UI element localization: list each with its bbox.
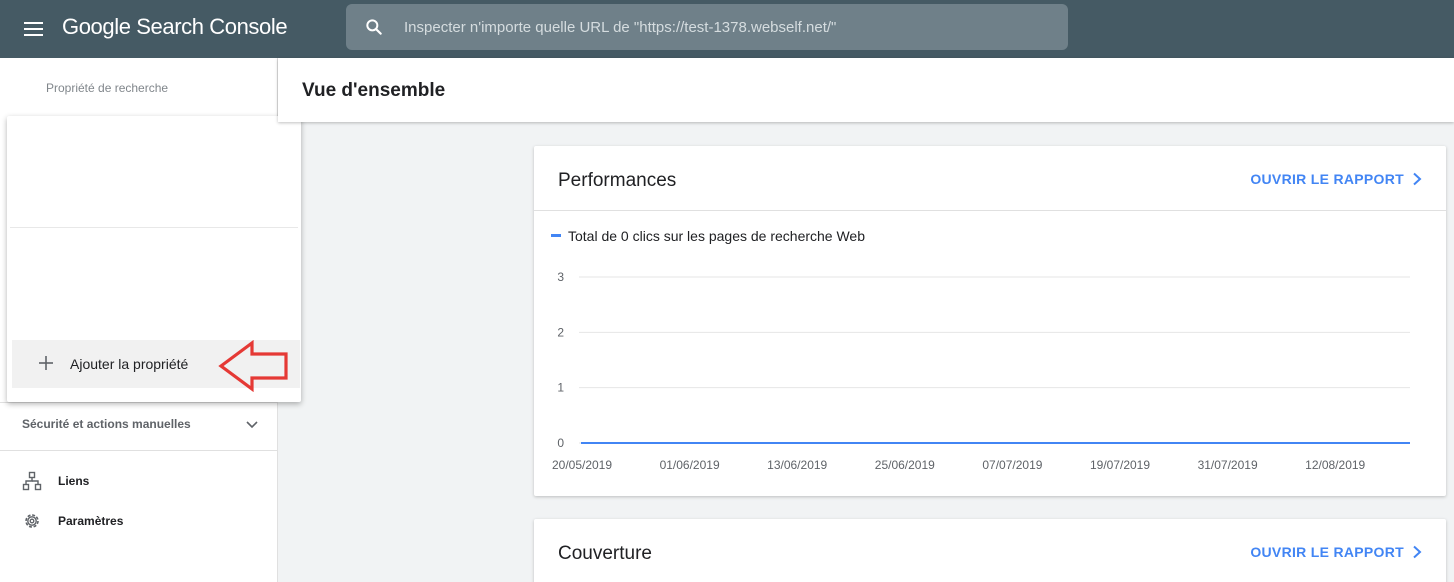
sidebar-item-liens[interactable]: Liens — [0, 463, 277, 499]
card-title: Performances — [558, 170, 677, 191]
x-tick-label: 20/05/2019 — [552, 458, 612, 472]
hamburger-menu-icon[interactable] — [22, 17, 46, 41]
property-label: Propriété de recherche — [46, 81, 169, 95]
sidebar-item-parametres[interactable]: Paramètres — [0, 503, 277, 539]
sidebar-item-label: Liens — [58, 474, 90, 488]
y-tick-label: 3 — [557, 270, 564, 284]
legend-swatch — [551, 234, 561, 237]
x-tick-label: 07/07/2019 — [982, 458, 1042, 472]
section-label: Sécurité et actions manuelles — [22, 417, 191, 431]
legend-label: Total de 0 clics sur les pages de recher… — [568, 228, 866, 244]
sidebar-item-label: Paramètres — [58, 514, 124, 528]
performance-chart: 0 1 2 3 20/05/2019 01/06/2019 13/06/2019 25/06/… — [552, 270, 1410, 472]
open-report-link[interactable]: OUVRIR LE RAPPORT — [1250, 544, 1424, 560]
x-tick-label: 12/08/2019 — [1305, 458, 1365, 472]
dropdown-divider — [10, 227, 298, 228]
search-input[interactable] — [404, 4, 1054, 50]
app-logo: Google Search Console — [62, 14, 288, 39]
x-tick-label: 19/07/2019 — [1090, 458, 1150, 472]
gear-icon — [25, 514, 39, 528]
performance-card: Performances OUVRIR LE RAPPORT Total de … — [534, 146, 1446, 496]
x-tick-label: 25/06/2019 — [875, 458, 935, 472]
open-report-link[interactable]: OUVRIR LE RAPPORT — [1250, 171, 1424, 187]
card-divider — [534, 210, 1446, 211]
section-security-manual-actions[interactable]: Sécurité et actions manuelles — [0, 402, 277, 446]
chart-legend[interactable]: Total de 0 clics sur les pages de recher… — [551, 228, 865, 244]
annotation-arrow-icon — [218, 340, 288, 392]
coverage-card: Couverture OUVRIR LE RAPPORT — [534, 519, 1446, 582]
x-tick-label: 01/06/2019 — [660, 458, 720, 472]
card-title: Couverture — [558, 543, 652, 564]
url-inspection-search[interactable] — [346, 4, 1068, 50]
page-title: Vue d'ensemble — [302, 80, 446, 101]
y-tick-label: 1 — [557, 381, 564, 395]
x-tick-label: 13/06/2019 — [767, 458, 827, 472]
y-tick-label: 2 — [557, 325, 564, 339]
sitemap-icon — [22, 471, 42, 491]
top-app-bar: Google Search Console — [0, 0, 1454, 58]
chevron-down-icon — [246, 421, 258, 429]
chevron-right-icon — [1413, 545, 1422, 559]
plus-icon — [39, 356, 53, 370]
add-property-label: Ajouter la propriété — [70, 356, 189, 372]
chevron-right-icon — [1413, 172, 1422, 186]
page-header: Vue d'ensemble — [278, 58, 1454, 122]
y-tick-label: 0 — [557, 436, 564, 450]
sidebar-divider — [0, 450, 277, 451]
open-report-label: OUVRIR LE RAPPORT — [1250, 544, 1404, 560]
search-icon[interactable] — [364, 17, 384, 37]
open-report-label: OUVRIR LE RAPPORT — [1250, 171, 1404, 187]
x-tick-label: 31/07/2019 — [1198, 458, 1258, 472]
